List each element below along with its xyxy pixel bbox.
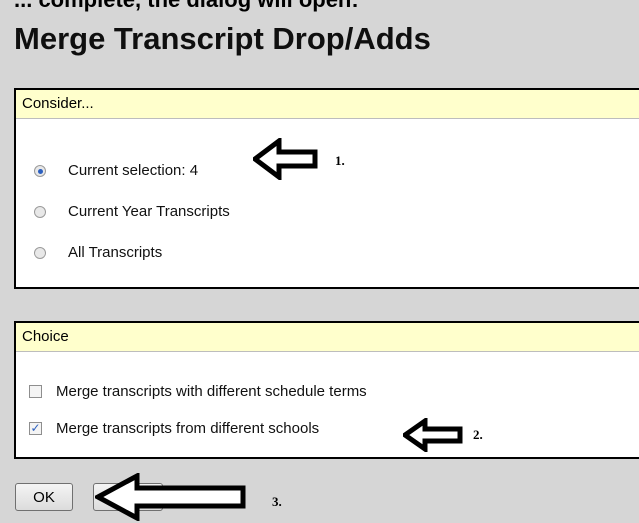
checkbox-different-terms[interactable]: Merge transcripts with different schedul… bbox=[29, 383, 367, 400]
checkbox-checked-icon[interactable]: ✓ bbox=[29, 422, 42, 435]
radio-all-transcripts[interactable]: All Transcripts bbox=[34, 244, 162, 261]
checkbox-different-schools[interactable]: ✓ Merge transcripts from different schoo… bbox=[29, 420, 319, 437]
radio-button-icon[interactable] bbox=[34, 246, 46, 259]
checkbox-label-different-terms: Merge transcripts with different schedul… bbox=[56, 383, 367, 400]
step-2-label: 2. bbox=[473, 427, 483, 442]
ok-button[interactable]: OK bbox=[15, 483, 73, 511]
consider-panel: Consider... Current selection: 4 Current… bbox=[14, 88, 639, 289]
left-arrow-icon bbox=[95, 473, 246, 521]
choice-panel: Choice Merge transcripts with different … bbox=[14, 321, 639, 459]
radio-label-current-year: Current Year Transcripts bbox=[68, 203, 230, 220]
dialog-title: Merge Transcript Drop/Adds bbox=[14, 21, 431, 56]
choice-header: Choice bbox=[16, 323, 639, 352]
consider-header: Consider... bbox=[16, 90, 639, 119]
step-1-label: 1. bbox=[335, 153, 345, 168]
radio-button-icon[interactable] bbox=[34, 205, 46, 218]
left-arrow-icon bbox=[253, 138, 318, 180]
checkbox-label-different-schools: Merge transcripts from different schools bbox=[56, 420, 320, 437]
radio-label-all-transcripts: All Transcripts bbox=[68, 244, 163, 261]
radio-label-current-selection: Current selection: 4 bbox=[68, 162, 199, 179]
radio-button-icon[interactable] bbox=[34, 164, 46, 177]
radio-current-selection[interactable]: Current selection: 4 bbox=[34, 162, 198, 179]
top-partial-text: ... complete, the dialog will open: bbox=[14, 0, 359, 13]
checkbox-icon[interactable] bbox=[29, 385, 42, 398]
radio-current-year[interactable]: Current Year Transcripts bbox=[34, 203, 230, 220]
left-arrow-icon bbox=[403, 418, 463, 452]
step-3-label: 3. bbox=[272, 494, 282, 509]
